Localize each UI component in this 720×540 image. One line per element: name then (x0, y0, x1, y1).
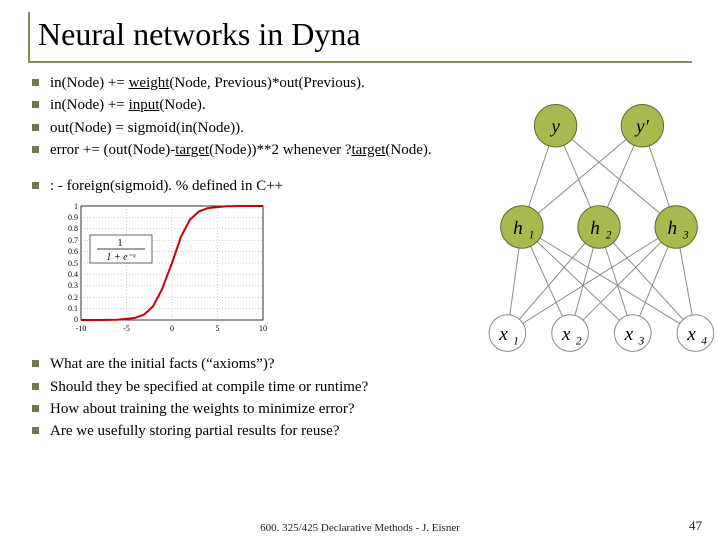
page-number: 47 (689, 518, 702, 534)
nn-diagram: y y' h 1 h 2 h 3 x 1 x 2 x 3 x 4 (484, 92, 714, 362)
sigmoid-chart: 0 0.1 0.2 0.3 0.4 0.5 0.6 0.7 0.8 0.9 1 … (48, 200, 273, 340)
bullet-line: Should they be specified at compile time… (28, 377, 692, 397)
underlined: target (175, 142, 209, 158)
node-sub: 2 (606, 229, 612, 242)
svg-text:0.5: 0.5 (68, 259, 78, 268)
node-label: x (498, 324, 508, 345)
node-sub: 1 (529, 229, 535, 242)
text: (Node). (159, 97, 205, 113)
underlined: input (129, 97, 160, 113)
text: (Node, Previous)*out(Previous). (169, 75, 364, 91)
question-bullets: What are the initial facts (“axioms”)? S… (28, 354, 692, 441)
node-label: x (686, 324, 696, 345)
svg-text:1 + e⁻ˣ: 1 + e⁻ˣ (106, 252, 136, 263)
text: (Node). (385, 142, 431, 158)
text: out(Node) = sigmoid(in(Node)). (50, 120, 244, 136)
node-label: h (667, 218, 677, 239)
text: (Node))**2 whenever ? (209, 142, 351, 158)
svg-text:0.6: 0.6 (68, 247, 78, 256)
svg-text:0.4: 0.4 (68, 270, 78, 279)
node-label: y (549, 117, 560, 138)
underlined: weight (129, 75, 170, 91)
svg-text:1: 1 (74, 202, 78, 211)
svg-text:0.1: 0.1 (68, 304, 78, 313)
node-label: h (590, 218, 600, 239)
svg-text:0: 0 (74, 315, 78, 324)
underlined: target (352, 142, 386, 158)
svg-text:0.3: 0.3 (68, 281, 78, 290)
node-sub: 3 (638, 335, 645, 348)
text: in(Node) += (50, 97, 129, 113)
title-container: Neural networks in Dyna (28, 12, 692, 63)
svg-text:-5: -5 (123, 324, 130, 333)
node-label: x (624, 324, 634, 345)
node-sub: 4 (701, 335, 707, 348)
slide-title: Neural networks in Dyna (38, 16, 692, 53)
svg-text:0.9: 0.9 (68, 213, 78, 222)
text: in(Node) += (50, 75, 129, 91)
text: error += (out(Node)- (50, 142, 175, 158)
node-label: y' (634, 117, 650, 138)
svg-text:0.7: 0.7 (68, 236, 78, 245)
svg-text:0.2: 0.2 (68, 293, 78, 302)
svg-text:-10: -10 (76, 324, 87, 333)
slide-footer: 600. 325/425 Declarative Methods - J. Ei… (0, 522, 720, 534)
svg-text:1: 1 (118, 238, 123, 249)
svg-text:5: 5 (216, 324, 220, 333)
node-sub: 1 (513, 335, 519, 348)
node-sub: 3 (682, 229, 689, 242)
svg-text:0: 0 (170, 324, 174, 333)
node-sub: 2 (576, 335, 582, 348)
node-label: h (513, 218, 523, 239)
bullet-line: in(Node) += weight(Node, Previous)*out(P… (28, 73, 692, 93)
svg-text:0.8: 0.8 (68, 224, 78, 233)
svg-text:10: 10 (259, 324, 267, 333)
bullet-line: Are we usefully storing partial results … (28, 421, 692, 441)
node-label: x (561, 324, 571, 345)
bullet-line: How about training the weights to minimi… (28, 399, 692, 419)
